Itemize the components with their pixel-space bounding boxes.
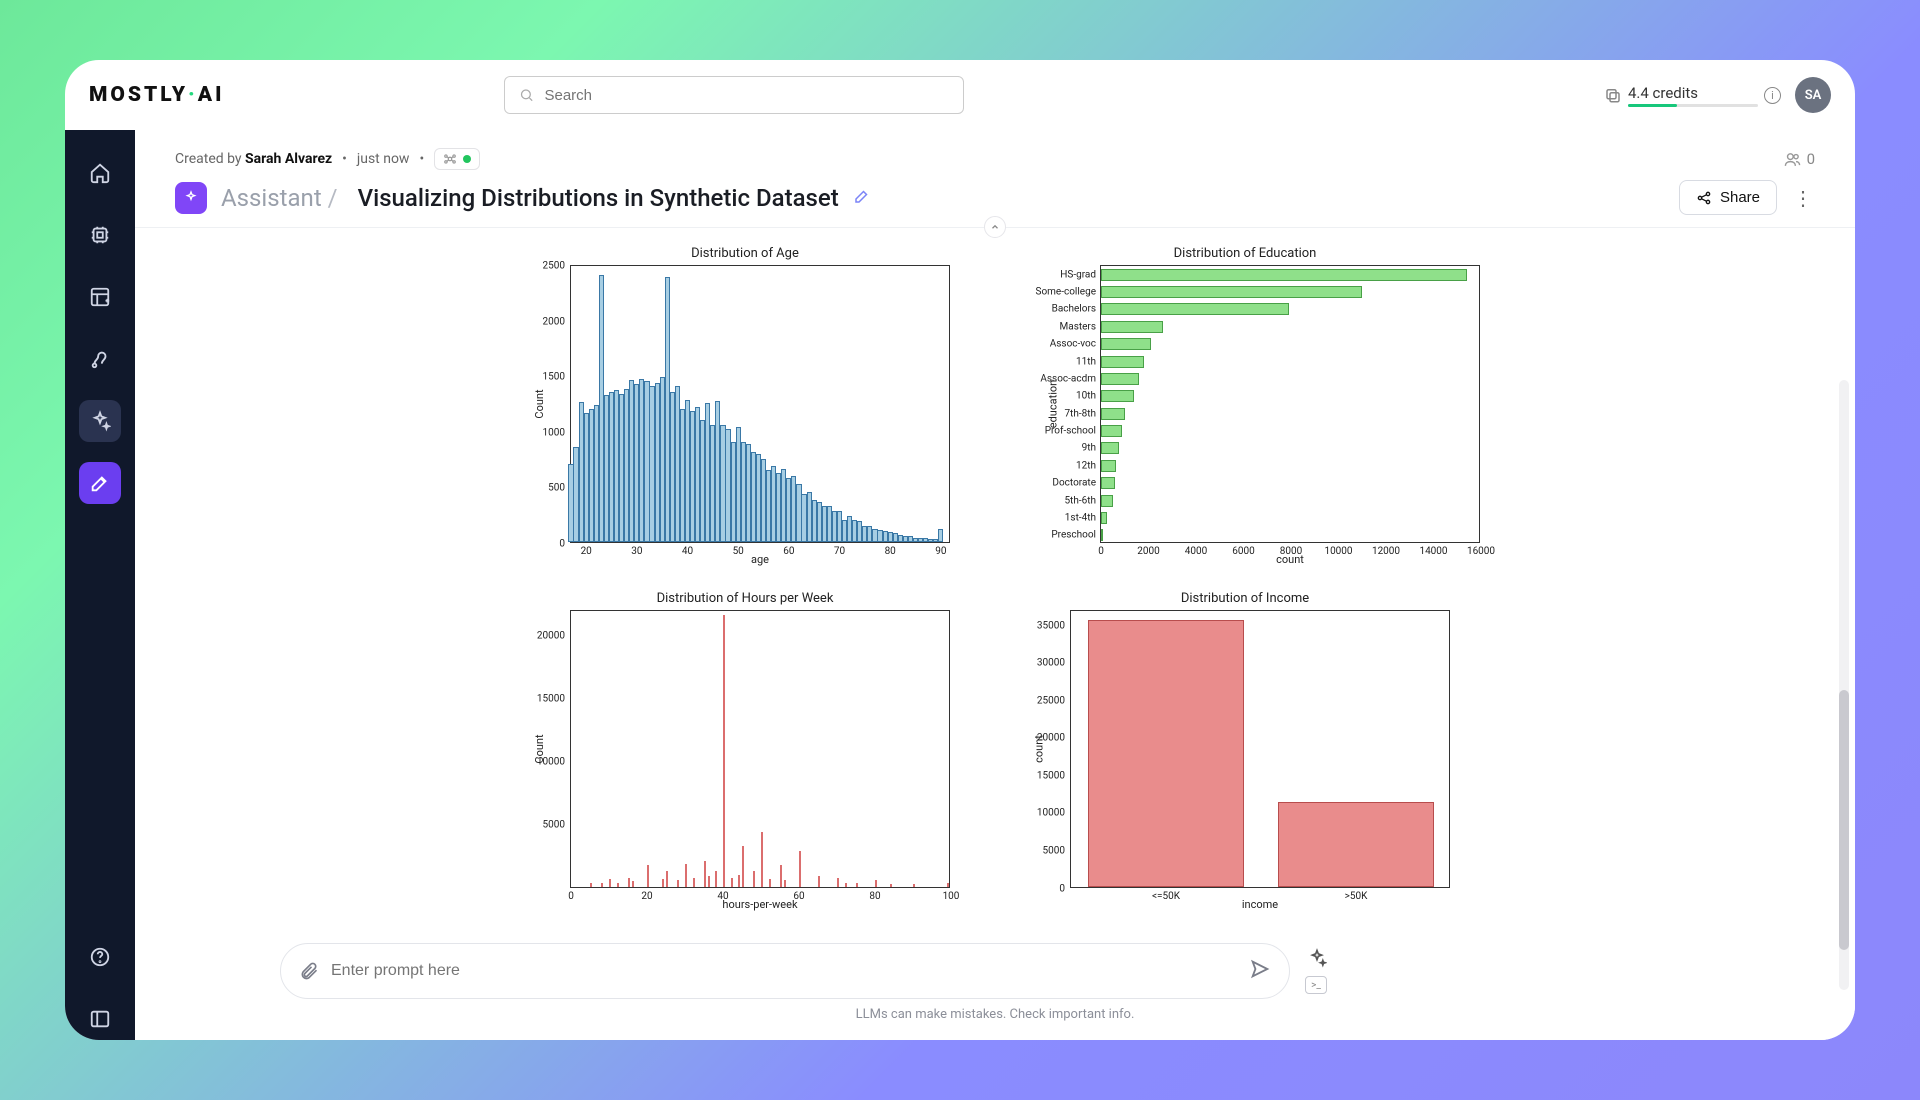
page-title: Visualizing Distributions in Synthetic D…	[358, 184, 839, 212]
chart-canvas: Distribution of Age Count 05001000150020…	[135, 228, 1855, 937]
terminal-icon: >_	[1311, 980, 1321, 991]
search-icon	[519, 87, 534, 103]
prompt-input[interactable]	[331, 962, 1237, 980]
logo[interactable]: MOSTLY·AI	[89, 83, 224, 107]
scrollbar-thumb[interactable]	[1839, 690, 1849, 950]
created-when: just now	[357, 151, 410, 167]
created-by-label: Created by Sarah Alvarez	[175, 151, 332, 167]
command-button[interactable]: >_	[1305, 976, 1327, 994]
x-axis-label: hours-per-week	[570, 898, 950, 911]
more-menu-button[interactable]: ⋮	[1791, 186, 1815, 210]
topbar: MOSTLY·AI 4.4 credits i SA	[65, 60, 1855, 130]
credits-progress	[1628, 104, 1758, 107]
prompt-area: >_ LLMs can make mistakes. Check importa…	[135, 937, 1855, 1040]
y-axis-label: education	[1047, 380, 1060, 428]
chart-title: Distribution of Hours per Week	[510, 591, 980, 606]
sidebar-item-datasets[interactable]	[79, 276, 121, 318]
chart-age: Distribution of Age Count 05001000150020…	[510, 246, 980, 575]
chart-hours: Distribution of Hours per Week Count 500…	[510, 591, 980, 920]
llm-disclaimer: LLMs can make mistakes. Check important …	[175, 1007, 1815, 1022]
sidebar-item-connectors[interactable]	[79, 338, 121, 380]
main-panel: Created by Sarah Alvarez • just now • 0	[135, 130, 1855, 1040]
edit-title-button[interactable]	[853, 187, 871, 209]
chart-title: Distribution of Income	[1010, 591, 1480, 606]
sidebar-item-home[interactable]	[79, 152, 121, 194]
chart-title: Distribution of Education	[1010, 246, 1480, 261]
credits-label: 4.4 credits	[1628, 84, 1758, 102]
send-icon	[1249, 958, 1271, 980]
ai-suggestions-button[interactable]	[1307, 948, 1327, 972]
sidebar-item-collapse[interactable]	[79, 998, 121, 1040]
attachment-icon[interactable]	[299, 961, 319, 981]
sidebar-item-help[interactable]	[79, 936, 121, 978]
credits-display[interactable]: 4.4 credits i	[1604, 84, 1781, 107]
share-label: Share	[1720, 189, 1760, 206]
viewer-count: 0	[1784, 150, 1815, 168]
sidebar-item-assistant[interactable]	[79, 400, 121, 442]
status-dot-icon	[463, 155, 471, 163]
scrollbar[interactable]	[1839, 380, 1849, 990]
share-icon	[1696, 190, 1712, 206]
collapse-header-button[interactable]	[984, 216, 1006, 238]
chevron-up-icon	[990, 222, 1000, 232]
share-button[interactable]: Share	[1679, 180, 1777, 215]
prompt-box[interactable]: >_	[280, 943, 1290, 999]
search-input[interactable]	[544, 87, 949, 104]
chart-education: Distribution of Education education 0200…	[1010, 246, 1480, 575]
x-axis-label: income	[1070, 898, 1450, 911]
y-axis-label: Count	[533, 389, 546, 418]
avatar[interactable]: SA	[1795, 77, 1831, 113]
info-icon[interactable]: i	[1764, 87, 1781, 104]
sparkle-icon	[1307, 948, 1327, 968]
status-chip[interactable]	[434, 148, 480, 170]
chart-income: Distribution of Income count 05000100001…	[1010, 591, 1480, 920]
credits-icon	[1604, 86, 1622, 104]
users-icon	[1784, 151, 1801, 168]
send-button[interactable]	[1249, 958, 1271, 984]
chart-title: Distribution of Age	[510, 246, 980, 261]
page-header: Created by Sarah Alvarez • just now • 0	[135, 130, 1855, 228]
sidebar-item-models[interactable]	[79, 214, 121, 256]
sidebar	[65, 130, 135, 1040]
app-window: MOSTLY·AI 4.4 credits i SA	[65, 60, 1855, 1040]
sidebar-item-editor[interactable]	[79, 462, 121, 504]
breadcrumb[interactable]: Assistant/	[221, 184, 344, 212]
search-box[interactable]	[504, 76, 964, 114]
model-icon	[443, 152, 457, 166]
assistant-badge-icon	[175, 182, 207, 214]
